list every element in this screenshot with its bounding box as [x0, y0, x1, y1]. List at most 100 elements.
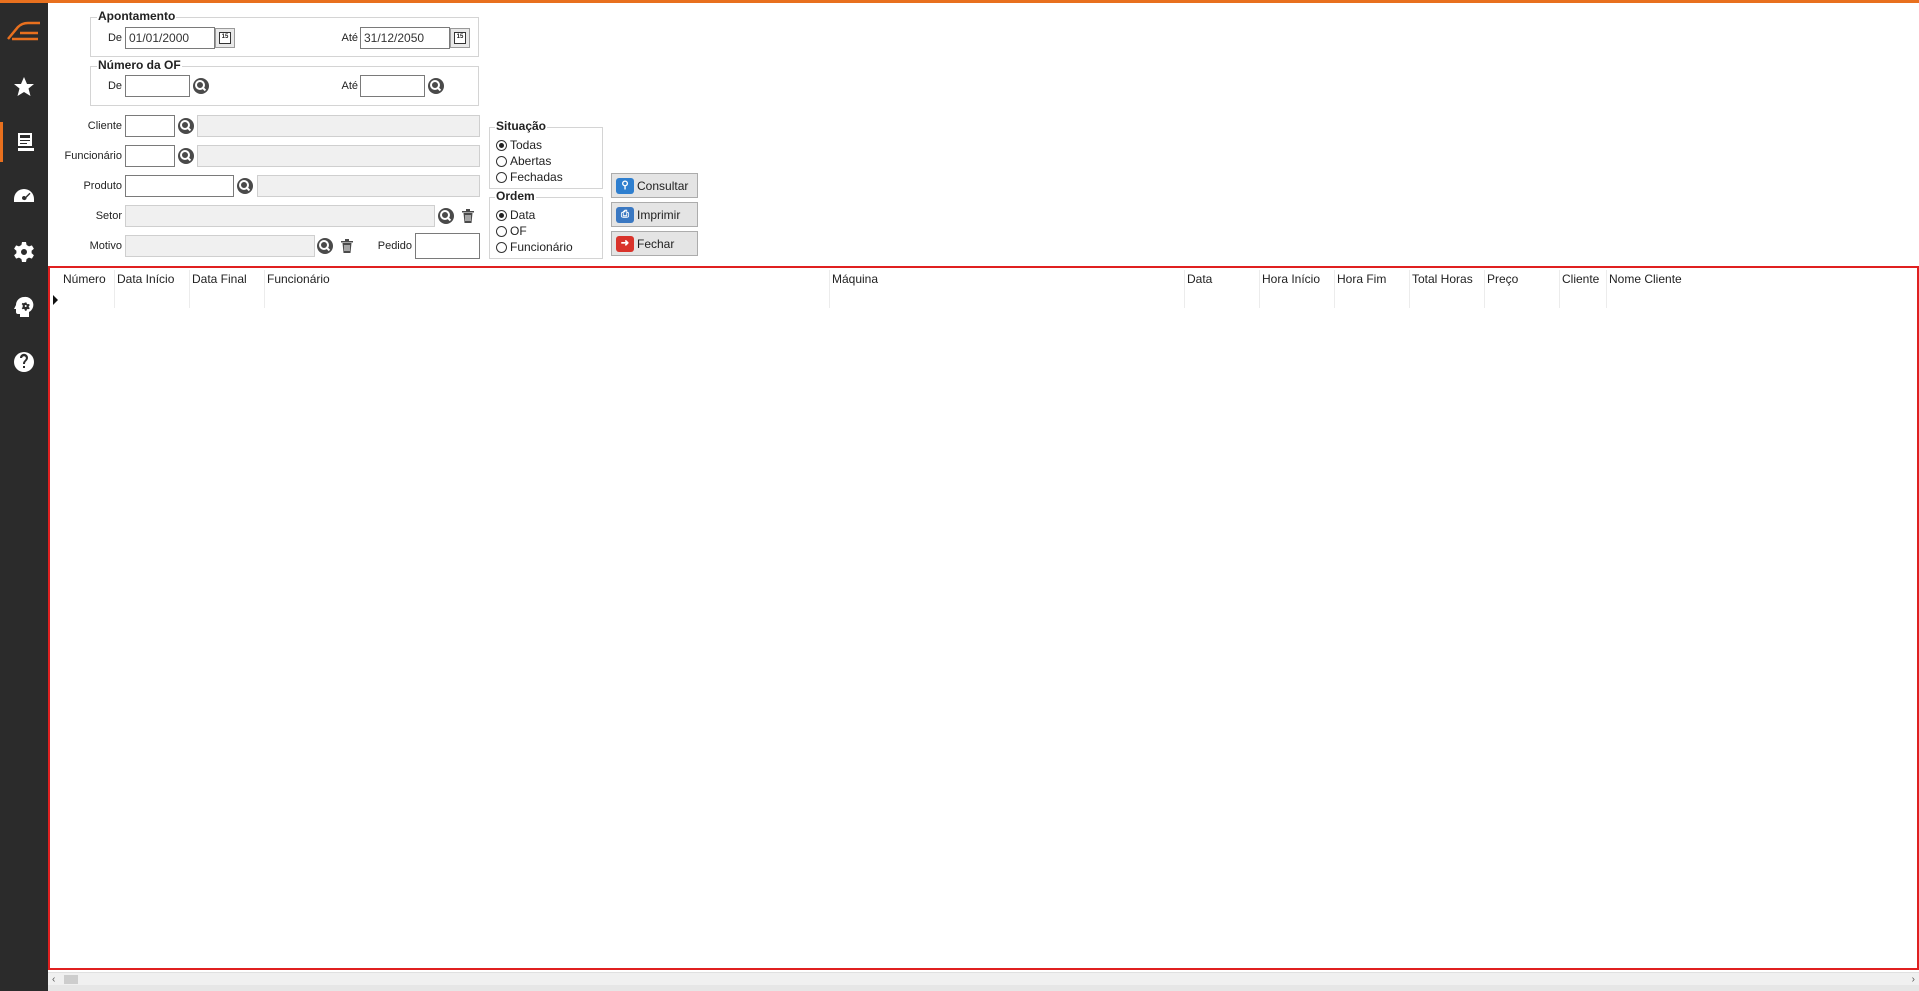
numero-of-ate-label: Até	[341, 80, 358, 92]
pedido-label: Pedido	[377, 240, 412, 252]
sidebar-item-configuracoes[interactable]	[0, 232, 48, 272]
sidebar-item-ajuda[interactable]	[0, 342, 48, 382]
column-header-data-inicio[interactable]: Data Início	[117, 272, 174, 286]
imprimir-button[interactable]: ⎙ Imprimir	[611, 202, 698, 227]
produto-name-field	[257, 175, 480, 197]
column-header-numero[interactable]: Número	[63, 272, 106, 286]
logo-icon	[7, 21, 40, 41]
column-separator	[1334, 270, 1335, 308]
column-separator	[114, 270, 115, 308]
apontamento-de-calendar-button[interactable]: 15	[215, 28, 235, 48]
column-separator	[189, 270, 190, 308]
apontamento-title: Apontamento	[97, 9, 177, 23]
column-separator	[1606, 270, 1607, 308]
motivo-trash-icon[interactable]	[340, 238, 354, 254]
motivo-field	[125, 235, 315, 257]
star-icon	[14, 77, 34, 96]
current-row-indicator-icon	[53, 295, 58, 305]
bottom-status-strip	[48, 985, 1919, 991]
column-separator	[1409, 270, 1410, 308]
radio-selected-icon	[496, 209, 507, 221]
help-icon	[14, 352, 34, 372]
numero-of-de-field[interactable]	[125, 75, 190, 97]
cliente-code-field[interactable]	[125, 115, 175, 137]
radio-icon	[496, 225, 507, 237]
column-header-nome-cliente[interactable]: Nome Cliente	[1609, 272, 1682, 286]
funcionario-label: Funcionário	[64, 150, 122, 162]
sidebar-item-relatorios[interactable]	[0, 122, 48, 162]
ordem-option-of[interactable]: OF	[496, 224, 527, 238]
column-separator	[264, 270, 265, 308]
ordem-option-funcionario[interactable]: Funcionário	[496, 240, 573, 254]
produto-search-icon[interactable]	[237, 178, 253, 194]
apontamento-ate-calendar-button[interactable]: 15	[450, 28, 470, 48]
sidebar-item-favoritos[interactable]	[0, 67, 48, 107]
column-separator	[1559, 270, 1560, 308]
radio-icon	[496, 241, 507, 253]
column-separator	[829, 270, 830, 308]
column-separator	[1484, 270, 1485, 308]
printer-icon: ⎙	[616, 206, 634, 223]
numero-of-de-search-icon[interactable]	[193, 78, 209, 94]
produto-label: Produto	[83, 180, 122, 192]
funcionario-search-icon[interactable]	[178, 148, 194, 164]
horizontal-scrollbar[interactable]: ‹ ›	[48, 972, 1919, 986]
sidebar-item-consultoria[interactable]	[0, 287, 48, 327]
sidebar-item-dashboard[interactable]	[0, 177, 48, 217]
calendar-icon: 15	[454, 32, 466, 44]
results-grid[interactable]: Número Data Início Data Final Funcionári…	[48, 266, 1919, 970]
apontamento-de-label: De	[107, 32, 122, 44]
column-header-maquina[interactable]: Máquina	[832, 272, 878, 286]
funcionario-name-field	[197, 145, 480, 167]
numero-of-ate-search-icon[interactable]	[428, 78, 444, 94]
column-header-data[interactable]: Data	[1187, 272, 1212, 286]
setor-trash-icon[interactable]	[461, 208, 475, 224]
produto-code-field[interactable]	[125, 175, 234, 197]
cliente-search-icon[interactable]	[178, 118, 194, 134]
motivo-search-icon[interactable]	[317, 238, 333, 254]
ordem-option-data[interactable]: Data	[496, 208, 535, 222]
setor-label: Setor	[95, 210, 122, 222]
numero-of-de-label: De	[107, 80, 122, 92]
column-header-cliente[interactable]: Cliente	[1562, 272, 1599, 286]
gear-icon	[14, 242, 34, 262]
scrollbar-thumb[interactable]	[64, 975, 78, 984]
situacao-option-abertas[interactable]: Abertas	[496, 154, 551, 168]
funcionario-code-field[interactable]	[125, 145, 175, 167]
numero-of-title: Número da OF	[97, 58, 182, 72]
cliente-name-field	[197, 115, 480, 137]
radio-icon	[496, 155, 507, 167]
top-accent-line	[0, 0, 1919, 3]
report-icon	[17, 133, 34, 151]
pedido-field[interactable]	[415, 233, 480, 259]
apontamento-ate-field[interactable]: 31/12/2050	[360, 27, 450, 49]
head-gear-icon	[14, 296, 34, 317]
search-icon: ⚲	[616, 177, 634, 194]
situacao-option-todas[interactable]: Todas	[496, 138, 542, 152]
column-separator	[1184, 270, 1185, 308]
column-header-funcionario[interactable]: Funcionário	[267, 272, 330, 286]
fechar-button[interactable]: ➜ Fechar	[611, 231, 698, 256]
radio-selected-icon	[496, 139, 507, 151]
setor-search-icon[interactable]	[438, 208, 454, 224]
apontamento-ate-label: Até	[341, 32, 358, 44]
consultar-button[interactable]: ⚲ Consultar	[611, 173, 698, 198]
exit-icon: ➜	[616, 235, 634, 252]
ordem-title: Ordem	[495, 189, 536, 203]
column-header-preco[interactable]: Preço	[1487, 272, 1518, 286]
sidebar	[0, 3, 48, 991]
situacao-option-fechadas[interactable]: Fechadas	[496, 170, 563, 184]
grid-header: Número Data Início Data Final Funcionári…	[50, 268, 1917, 308]
numero-of-ate-field[interactable]	[360, 75, 425, 97]
apontamento-de-field[interactable]: 01/01/2000	[125, 27, 215, 49]
column-header-data-final[interactable]: Data Final	[192, 272, 247, 286]
cliente-label: Cliente	[87, 120, 122, 132]
column-separator	[1259, 270, 1260, 308]
column-header-total-horas[interactable]: Total Horas	[1412, 272, 1473, 286]
calendar-icon: 15	[219, 32, 231, 44]
column-header-hora-fim[interactable]: Hora Fim	[1337, 272, 1386, 286]
motivo-label: Motivo	[89, 240, 122, 252]
column-header-hora-inicio[interactable]: Hora Início	[1262, 272, 1320, 286]
setor-field	[125, 205, 435, 227]
situacao-title: Situação	[495, 119, 548, 133]
